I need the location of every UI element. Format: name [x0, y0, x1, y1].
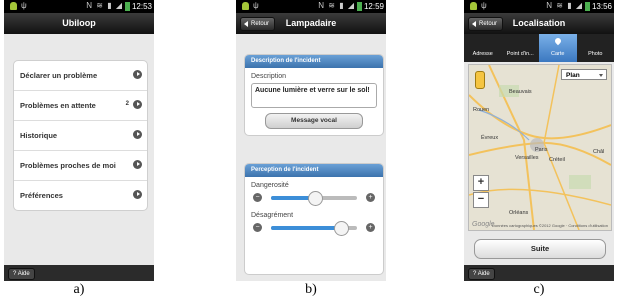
- title-bar: Ubiloop: [4, 13, 154, 34]
- map-copyright[interactable]: Données cartographiques ©2012 Google · C…: [492, 223, 608, 228]
- menu-item-label: Historique: [20, 131, 58, 140]
- voice-message-button[interactable]: Message vocal: [265, 113, 363, 129]
- android-icon: [242, 2, 249, 10]
- menu-item-pending[interactable]: Problèmes en attente 2: [14, 91, 147, 121]
- chevron-right-icon: [133, 160, 142, 169]
- slider-handle[interactable]: [308, 191, 323, 206]
- menu-item-label: Problèmes proches de moi: [20, 161, 116, 170]
- menu-item-preferences[interactable]: Préférences: [14, 181, 147, 210]
- signal-icon: N ≋ ▮ ◢: [86, 1, 123, 10]
- map-label: Châl: [593, 149, 605, 155]
- page-title: Lampadaire: [285, 18, 337, 28]
- map-label: Créteil: [549, 157, 565, 163]
- footer-bar: ? Aide: [464, 265, 614, 281]
- chevron-right-icon: [133, 130, 142, 139]
- tab-address[interactable]: Adresse: [464, 34, 502, 62]
- next-button[interactable]: Suite: [474, 239, 606, 259]
- danger-label: Dangerosité: [251, 182, 289, 189]
- slider-track[interactable]: [271, 221, 357, 236]
- plus-icon[interactable]: +: [366, 193, 375, 202]
- tab-label: Point d'in...: [506, 51, 534, 57]
- map-view[interactable]: Plan Beauvais Rouen Évreux Paris Versail…: [468, 64, 612, 231]
- help-button[interactable]: ? Aide: [8, 268, 35, 280]
- tab-label: Photo: [588, 51, 603, 57]
- section-header: Description de l'incident: [245, 55, 383, 68]
- page-title: Ubiloop: [62, 18, 96, 28]
- description-field[interactable]: Aucune lumière et verre sur le sol!: [251, 83, 377, 108]
- chevron-right-icon: [133, 190, 142, 199]
- menu-item-nearby[interactable]: Problèmes proches de moi: [14, 151, 147, 181]
- help-button[interactable]: ? Aide: [468, 268, 495, 280]
- battery-icon: [357, 2, 362, 11]
- zoom-out-button[interactable]: −: [473, 192, 489, 208]
- menu-item-label: Déclarer un problème: [20, 71, 98, 80]
- page-title: Localisation: [512, 18, 566, 28]
- danger-slider[interactable]: − +: [251, 189, 377, 207]
- usb-icon: ψ: [481, 1, 487, 10]
- menu-item-declare[interactable]: Déclarer un problème: [14, 61, 147, 91]
- minus-icon[interactable]: −: [253, 223, 262, 232]
- plus-icon[interactable]: +: [366, 223, 375, 232]
- tab-label: Adresse: [472, 51, 493, 57]
- main-menu: Déclarer un problème Problèmes en attent…: [13, 60, 148, 211]
- tab-point-of-interest[interactable]: Point d'in...: [502, 34, 540, 62]
- slider-handle[interactable]: [333, 221, 349, 236]
- footer-bar: ? Aide: [4, 265, 154, 281]
- map-label: Évreux: [481, 135, 499, 141]
- tab-label: Carte: [551, 51, 565, 57]
- menu-item-history[interactable]: Historique: [14, 121, 147, 151]
- status-bar: ψ N ≋ ▮ ◢ 13:56: [464, 0, 614, 13]
- map-pin-icon: [553, 36, 563, 46]
- status-time: 13:56: [591, 2, 612, 11]
- android-icon: [470, 2, 477, 10]
- phone-screen-b: ψ N ≋ ▮ ◢ 12:59 Retour Lampadaire Descri…: [236, 0, 386, 281]
- minus-icon[interactable]: −: [253, 193, 262, 202]
- title-bar: Retour Lampadaire: [236, 13, 386, 34]
- help-label: Aide: [477, 271, 490, 277]
- map-label: Orléans: [509, 210, 529, 216]
- annoyance-slider[interactable]: − +: [251, 219, 377, 237]
- battery-icon: [585, 2, 590, 11]
- section-header: Perception de l'incident: [245, 164, 383, 177]
- map-label: Versailles: [515, 155, 539, 161]
- title-bar: Retour Localisation: [464, 13, 614, 34]
- map-type-select[interactable]: Plan: [561, 69, 607, 80]
- android-icon: [10, 2, 17, 10]
- status-time: 12:59: [363, 2, 384, 11]
- tab-photo[interactable]: Photo: [577, 34, 615, 62]
- annoyance-label: Désagrément: [251, 212, 294, 219]
- menu-item-label: Préférences: [20, 191, 63, 200]
- status-bar: ψ N ≋ ▮ ◢ 12:53: [4, 0, 154, 13]
- map-label: Beauvais: [509, 89, 532, 95]
- phone-screen-a: ψ N ≋ ▮ ◢ 12:53 Ubiloop Déclarer un prob…: [4, 0, 154, 281]
- description-card: Description de l'incident Description Au…: [244, 54, 384, 136]
- caption-c: c): [533, 282, 545, 297]
- chevron-right-icon: [133, 70, 142, 79]
- signal-icon: N ≋ ▮ ◢: [546, 1, 583, 10]
- description-label: Description: [251, 73, 287, 80]
- map-label: Paris: [535, 147, 548, 153]
- caption-b: b): [305, 282, 317, 297]
- signal-icon: N ≋ ▮ ◢: [318, 1, 355, 10]
- count-badge: 2: [125, 101, 129, 107]
- caption-a: a): [73, 282, 85, 297]
- help-label: Aide: [17, 271, 30, 277]
- slider-track[interactable]: [271, 191, 357, 206]
- tab-map[interactable]: Carte: [539, 34, 577, 62]
- map-label: Rouen: [473, 107, 490, 113]
- status-bar: ψ N ≋ ▮ ◢ 12:59: [236, 0, 386, 13]
- phone-screen-c: ψ N ≋ ▮ ◢ 13:56 Retour Localisation Adre…: [464, 0, 614, 281]
- zoom-in-button[interactable]: +: [473, 175, 489, 191]
- chevron-right-icon: [133, 100, 142, 109]
- perception-card: Perception de l'incident Dangerosité − +…: [244, 163, 384, 275]
- menu-item-label: Problèmes en attente: [20, 101, 96, 110]
- slider-fill: [271, 226, 340, 230]
- street-view-icon[interactable]: [475, 71, 485, 89]
- usb-icon: ψ: [253, 1, 259, 10]
- battery-icon: [125, 2, 130, 11]
- tab-bar: Adresse Point d'in... Carte Photo: [464, 34, 614, 62]
- status-time: 12:53: [131, 2, 152, 11]
- usb-icon: ψ: [21, 1, 27, 10]
